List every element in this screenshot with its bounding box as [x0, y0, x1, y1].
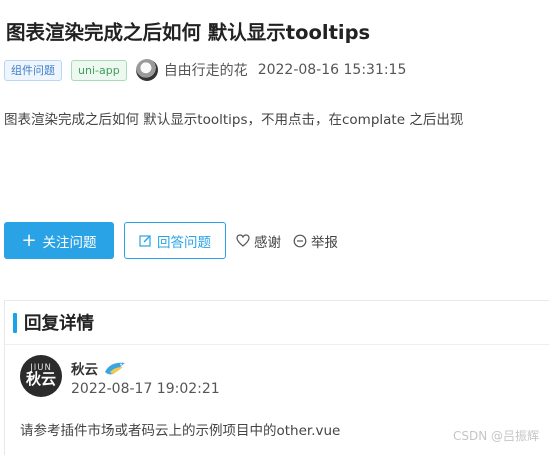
section-accent-bar	[13, 312, 17, 333]
question-actions: + 关注问题 回答问题 感谢 举报	[4, 222, 350, 259]
question-title: 图表渲染完成之后如何 默认显示tooltips	[6, 21, 371, 44]
reply-avatar[interactable]: JIUN 秋云	[20, 355, 62, 397]
question-meta: 组件问题 uni-app 自由行走的花 2022-08-16 15:31:15	[4, 58, 406, 82]
reply-details-heading: 回复详情	[24, 314, 94, 334]
tag-uni-app[interactable]: uni-app	[71, 59, 127, 81]
follow-question-button[interactable]: + 关注问题	[4, 222, 114, 259]
bird-badge-icon	[105, 362, 125, 375]
report-link[interactable]: 举报	[293, 231, 338, 251]
heart-icon	[236, 234, 250, 247]
csdn-watermark: CSDN @吕振辉	[452, 429, 539, 443]
avatar-logo-text: JIUN	[30, 362, 52, 373]
author-name[interactable]: 自由行走的花	[164, 60, 248, 80]
report-icon	[293, 234, 307, 247]
reply-time: 2022-08-17 19:02:21	[71, 381, 220, 397]
answer-question-button[interactable]: 回答问题	[124, 222, 226, 259]
avatar-name-text: 秋云	[25, 370, 56, 389]
plus-icon: +	[21, 229, 37, 251]
answer-question-label: 回答问题	[157, 234, 211, 251]
report-label: 举报	[311, 234, 338, 251]
question-description: 图表渲染完成之后如何 默认显示tooltips，不用点击，在complate 之…	[4, 112, 464, 128]
author-avatar[interactable]	[135, 59, 158, 81]
reply-author-name: 秋云	[71, 362, 98, 378]
question-time: 2022-08-16 15:31:15	[257, 62, 407, 78]
tag-component-question[interactable]: 组件问题	[4, 59, 62, 81]
follow-question-label: 关注问题	[42, 234, 97, 251]
reply-details-header: 回复详情	[5, 301, 549, 345]
reply-content: 请参考插件市场或者码云上的示例项目中的other.vue	[20, 423, 341, 439]
edit-icon	[139, 235, 151, 247]
thanks-link[interactable]: 感谢	[236, 231, 281, 251]
thanks-label: 感谢	[254, 234, 281, 251]
reply-author[interactable]: 秋云	[71, 358, 126, 378]
